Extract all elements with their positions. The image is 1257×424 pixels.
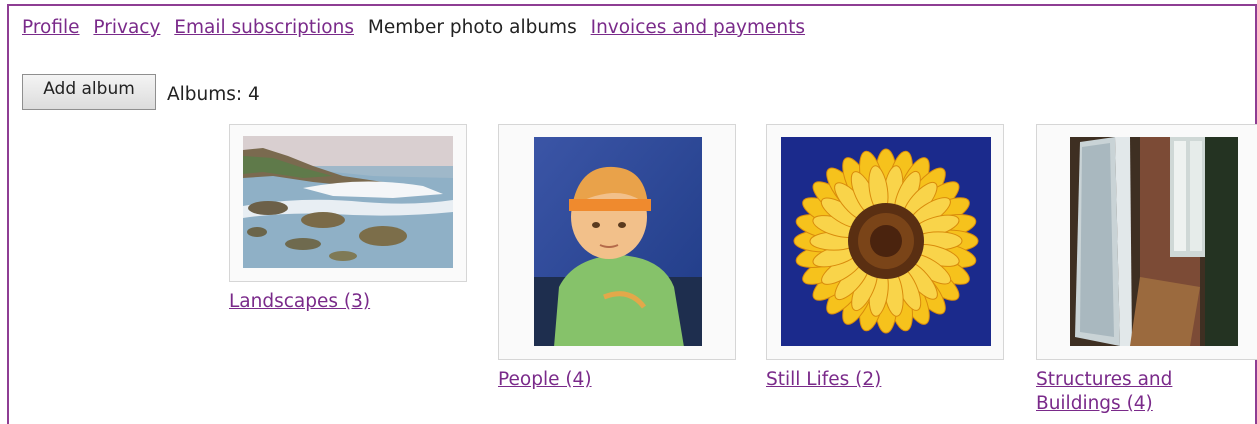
album-thumbnail-still-lifes[interactable] (766, 124, 1004, 360)
albums-count: Albums: 4 (167, 84, 260, 105)
album-link-still-lifes[interactable]: Still Lifes (2) (766, 368, 881, 392)
tab-profile[interactable]: Profile (22, 17, 80, 38)
account-tabs: Profile Privacy Email subscriptions Memb… (22, 17, 813, 38)
album-link-structures[interactable]: Structures and Buildings (4) (1036, 368, 1172, 416)
old-door-painting-image (1070, 137, 1238, 346)
album-link-structures-line1: Structures and (1036, 369, 1173, 390)
account-panel: Profile Privacy Email subscriptions Memb… (7, 4, 1257, 424)
album-link-structures-line2: Buildings (4) (1036, 393, 1153, 414)
seascape-painting-image (243, 136, 453, 268)
album-thumbnail-structures[interactable] (1036, 124, 1257, 360)
tab-invoices-and-payments[interactable]: Invoices and payments (591, 17, 805, 38)
add-album-button[interactable]: Add album (22, 74, 156, 110)
tab-privacy[interactable]: Privacy (93, 17, 160, 38)
album-link-landscapes[interactable]: Landscapes (3) (229, 290, 370, 314)
album-link-people[interactable]: People (4) (498, 368, 592, 392)
album-thumbnail-landscapes[interactable] (229, 124, 467, 282)
tab-member-photo-albums: Member photo albums (367, 17, 577, 38)
album-thumbnail-people[interactable] (498, 124, 736, 360)
tab-email-subscriptions[interactable]: Email subscriptions (174, 17, 354, 38)
sunflower-painting-image (781, 137, 991, 346)
child-portrait-image (534, 137, 702, 346)
